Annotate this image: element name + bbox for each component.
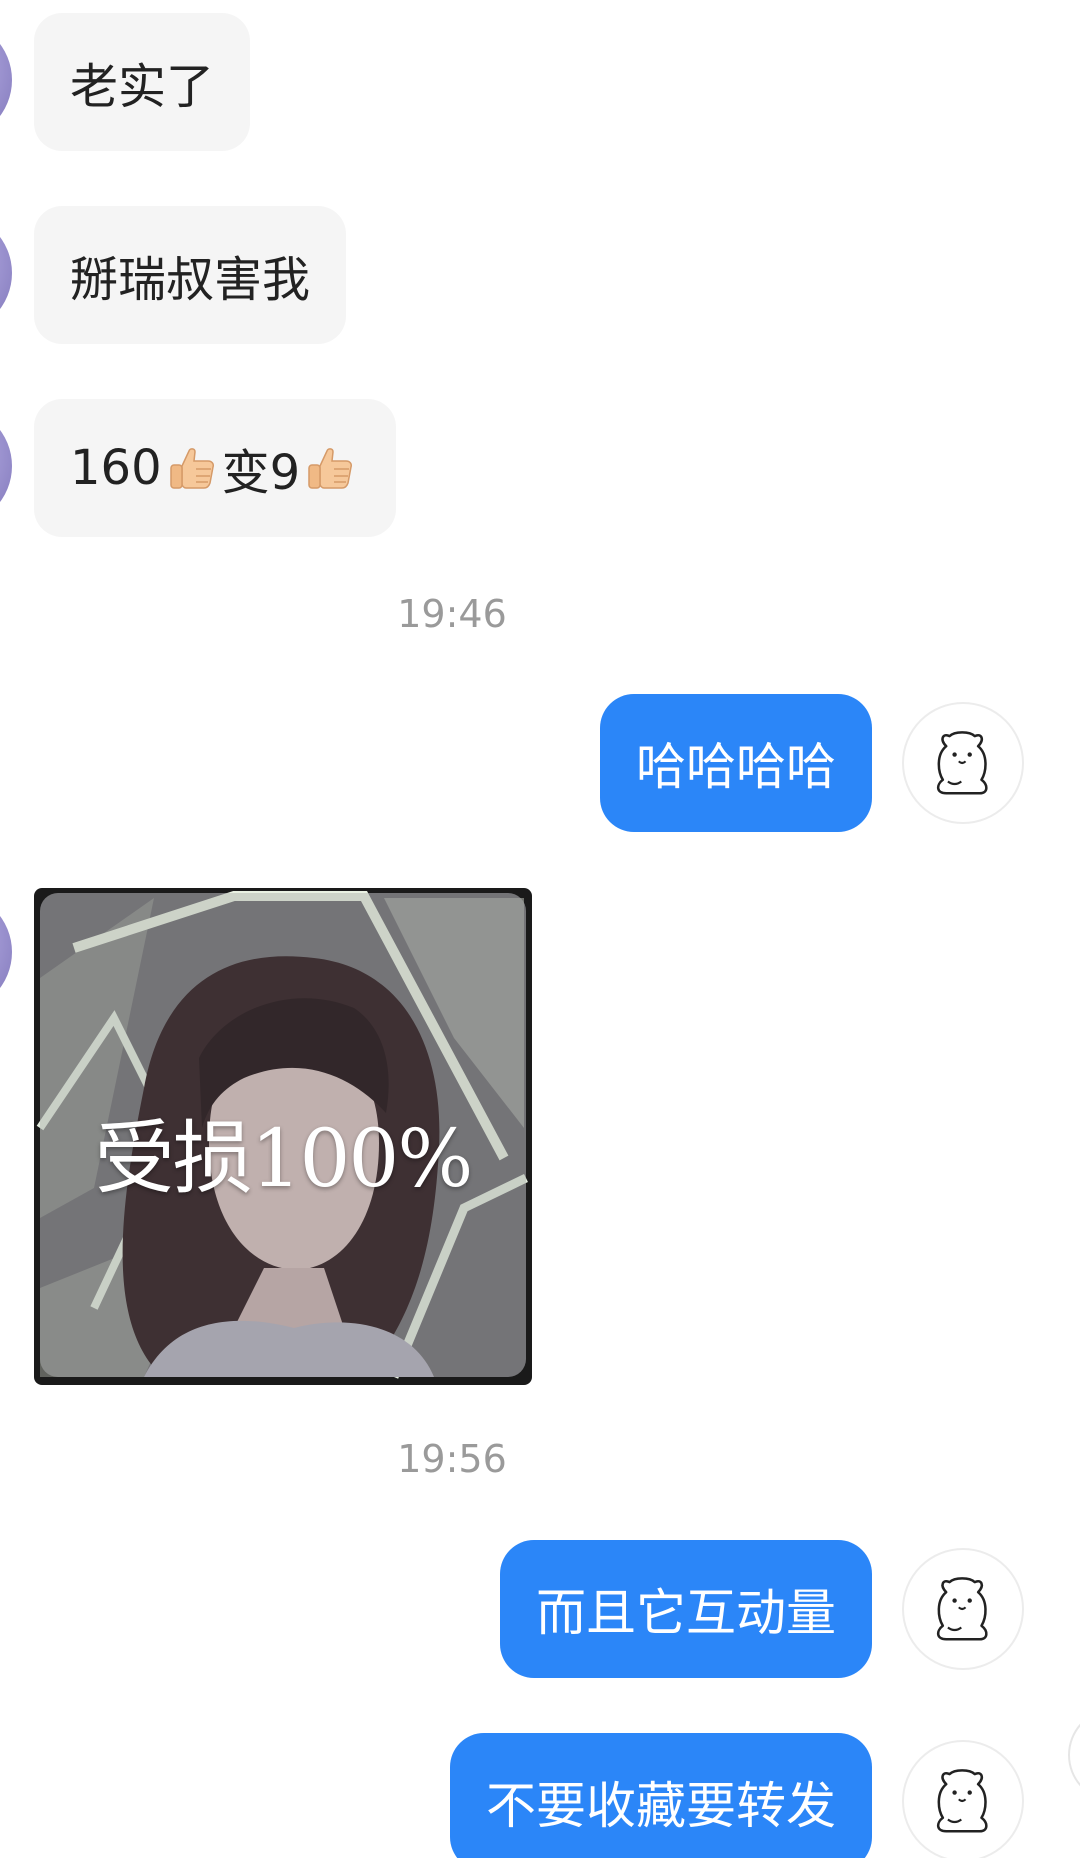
message-timestamp: 19:56 bbox=[397, 1437, 507, 1481]
message-text: 老实了 bbox=[70, 59, 215, 115]
thumbs-up-emoji-icon bbox=[166, 442, 218, 494]
incoming-message-bubble[interactable]: 掰瑞叔害我 bbox=[34, 206, 347, 344]
message-text: 而且它互动量 bbox=[536, 1584, 836, 1642]
incoming-message-bubble[interactable]: 160 变9 bbox=[34, 399, 397, 537]
outgoing-message-bubble[interactable]: 而且它互动量 bbox=[500, 1540, 872, 1678]
message-timestamp: 19:46 bbox=[397, 592, 507, 636]
message-text: 变9 bbox=[221, 445, 301, 501]
bear-sticker-avatar-icon[interactable] bbox=[902, 1740, 1024, 1858]
contact-avatar[interactable] bbox=[0, 892, 12, 1012]
incoming-message-bubble[interactable]: 老实了 bbox=[34, 13, 251, 151]
bear-sticker-avatar-icon[interactable] bbox=[902, 702, 1024, 824]
image-message[interactable]: 受损100% bbox=[34, 888, 532, 1385]
message-text: 哈哈哈哈 bbox=[636, 738, 836, 796]
bear-sticker-avatar-icon[interactable] bbox=[902, 1548, 1024, 1670]
message-text: 不要收藏要转发 bbox=[486, 1777, 836, 1835]
contact-avatar[interactable] bbox=[0, 20, 12, 140]
chat-screen: 老实了 掰瑞叔害我 160 变9 19:46 哈哈哈哈 受损100% 19:56… bbox=[0, 0, 1080, 1858]
floating-button[interactable] bbox=[1068, 1708, 1080, 1802]
contact-avatar[interactable] bbox=[0, 406, 12, 526]
message-text: 掰瑞叔害我 bbox=[70, 252, 311, 308]
outgoing-message-bubble[interactable]: 不要收藏要转发 bbox=[450, 1733, 872, 1858]
thumbs-up-emoji-icon bbox=[304, 442, 356, 494]
image-caption: 受损100% bbox=[94, 1112, 474, 1205]
contact-avatar[interactable] bbox=[0, 213, 12, 333]
outgoing-message-bubble[interactable]: 哈哈哈哈 bbox=[600, 694, 872, 832]
message-text: 160 bbox=[70, 440, 162, 496]
